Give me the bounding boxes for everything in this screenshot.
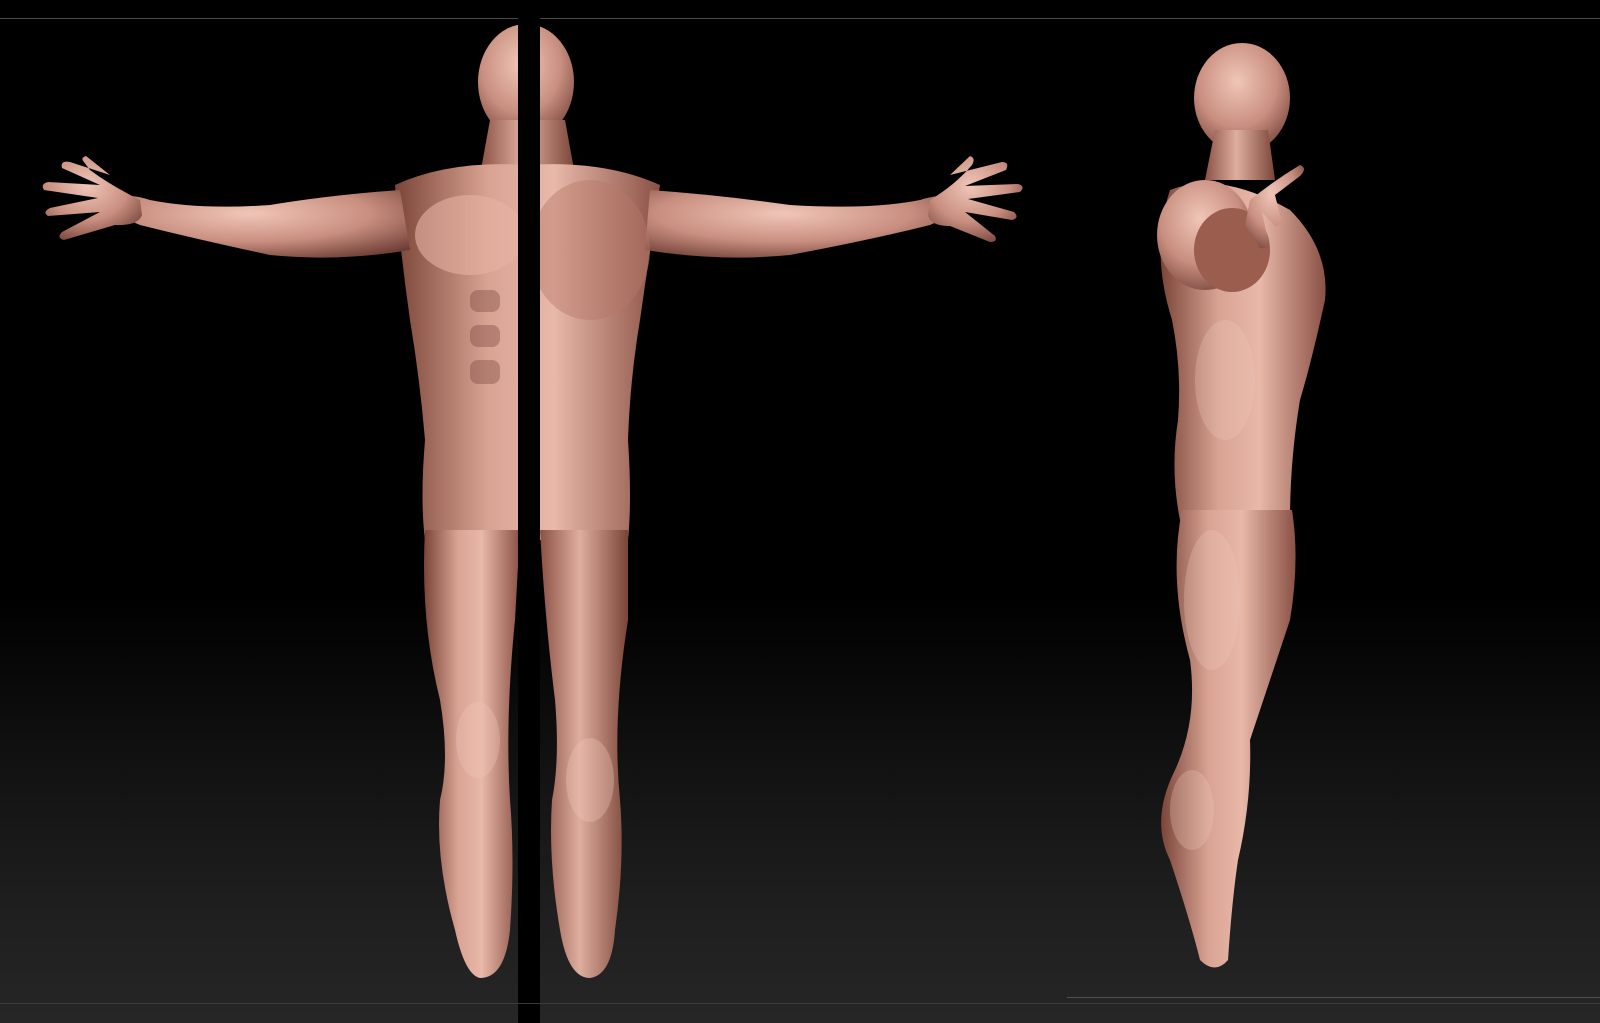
sculpt-render — [42, 24, 1326, 978]
bottom-rule — [0, 1003, 1600, 1004]
bottom-rule-right — [1067, 997, 1600, 998]
render-viewport — [0, 0, 1600, 1023]
vertical-divider — [518, 18, 540, 1023]
side-figure — [1157, 43, 1326, 968]
figure-right-hand — [928, 156, 1023, 242]
figure-left-arm — [117, 190, 410, 258]
top-rule — [0, 18, 1600, 19]
figure-left-hand — [42, 156, 142, 240]
figure-right-arm — [645, 190, 953, 258]
